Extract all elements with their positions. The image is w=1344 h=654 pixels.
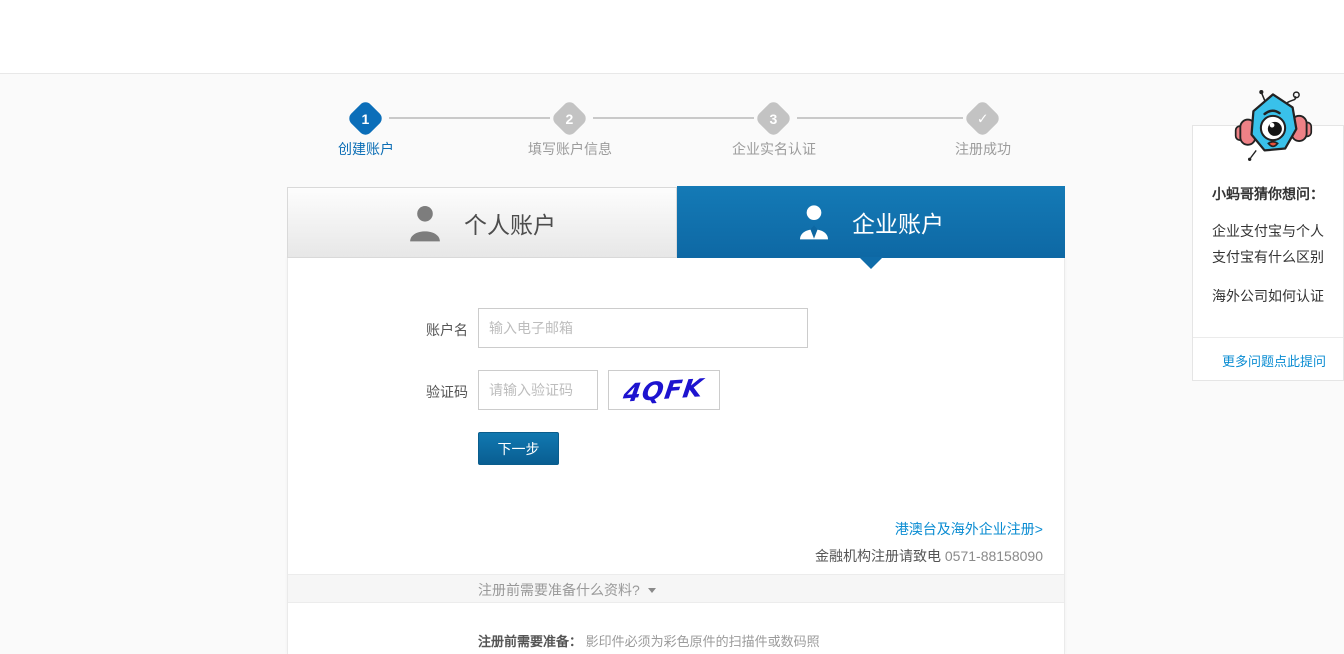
finance-note-text: 金融机构注册请致电 [815,548,941,564]
accordion-question[interactable]: 注册前需要准备什么资料? [478,580,656,600]
step-indicator-1: 1 [346,99,385,138]
step-label-create-account: 创建账户 [338,141,394,157]
help-question-1-line-2[interactable]: 支付宝有什么区别 [1212,247,1324,267]
help-card-divider [1193,337,1343,338]
captcha-label: 验证码 [426,384,468,400]
step-number: 2 [565,110,574,127]
chevron-down-icon [647,587,656,593]
tab-personal-label: 个人账户 [464,211,556,238]
active-tab-pointer [859,257,883,269]
captcha-code-text: 4QFK [621,372,707,408]
step-number: 3 [769,110,778,127]
prepare-body-text: 影印件必须为彩色原件的扫描件或数码照 [585,634,820,649]
help-question-1-line-1[interactable]: 企业支付宝与个人 [1212,221,1324,241]
help-card-title: 小蚂哥猜你想问： [1212,186,1324,202]
step-indicator-4-check-icon: ✓ [963,99,1002,138]
person-icon [410,205,440,241]
help-question-2[interactable]: 海外公司如何认证 [1212,286,1324,306]
top-header [0,0,1344,74]
step-connector [797,117,963,119]
step-label-fill-info: 填写账户信息 [528,141,612,157]
business-person-icon [800,205,828,240]
step-label-verify: 企业实名认证 [732,141,816,157]
prepare-lead-text: 注册前需要准备： [478,634,583,649]
prepare-instructions: 注册前需要准备： 影印件必须为彩色原件的扫描件或数码照 [478,631,820,650]
step-indicator-2: 2 [550,99,589,138]
captcha-image[interactable]: 4QFK [608,370,720,410]
step-connector [593,117,754,119]
step-label-success: 注册成功 [955,141,1011,157]
finance-register-note: 金融机构注册请致电 0571-88158090 [600,546,1043,566]
finance-phone-number: 0571-88158090 [944,548,1043,564]
accordion-question-text: 注册前需要准备什么资料? [478,582,640,598]
tab-enterprise-account[interactable]: 企业账户 [677,186,1065,258]
account-name-label: 账户名 [426,322,468,338]
check-icon: ✓ [976,109,989,126]
robot-mascot-icon [1234,90,1313,161]
step-indicator-3: 3 [754,99,793,138]
tab-personal-account[interactable]: 个人账户 [287,187,677,258]
next-step-button[interactable]: 下一步 [478,432,559,465]
tab-enterprise-label: 企业账户 [852,211,944,237]
account-name-input[interactable] [478,308,808,348]
step-connector [389,117,550,119]
step-number: 1 [361,110,370,127]
overseas-register-link[interactable]: 港澳台及海外企业注册> [700,519,1043,539]
captcha-input[interactable] [478,370,598,410]
more-questions-link[interactable]: 更多问题点此提问 [1222,351,1326,370]
prepare-materials-accordion[interactable] [288,574,1064,603]
